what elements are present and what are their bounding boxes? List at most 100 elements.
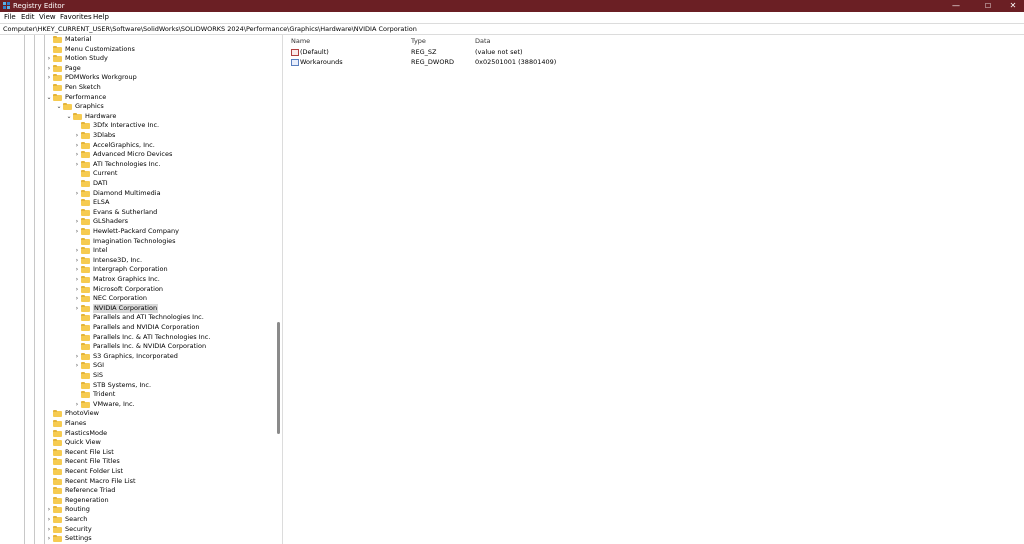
menu-file[interactable]: File — [4, 13, 16, 22]
tree-node[interactable]: › Motion Study — [0, 54, 270, 64]
folder-icon — [81, 141, 90, 149]
tree-node[interactable]: Imagination Technologies — [0, 237, 270, 247]
chevron-right-icon[interactable]: › — [74, 141, 80, 151]
tree-node[interactable]: Recent File Titles — [0, 457, 270, 467]
tree-node[interactable]: › Settings — [0, 534, 270, 544]
tree-node[interactable]: STB Systems, Inc. — [0, 381, 270, 391]
tree-node[interactable]: Pen Sketch — [0, 83, 270, 93]
tree-node[interactable]: Recent Folder List — [0, 467, 270, 477]
tree-node[interactable]: Current — [0, 169, 270, 179]
address-path[interactable]: Computer\HKEY_CURRENT_USER\Software\Soli… — [3, 25, 417, 34]
chevron-right-icon[interactable]: › — [74, 294, 80, 304]
tree-node[interactable]: ⌄ Hardware — [0, 112, 270, 122]
tree-node[interactable]: › Page — [0, 64, 270, 74]
tree-node[interactable]: PlasticsMode — [0, 429, 270, 439]
tree-node[interactable]: Planes — [0, 419, 270, 429]
tree-node[interactable]: Parallels Inc. & NVIDIA Corporation — [0, 342, 270, 352]
maximize-button[interactable]: ☐ — [980, 0, 996, 12]
tree-node[interactable]: Quick View — [0, 438, 270, 448]
tree-node[interactable]: › SGI — [0, 361, 270, 371]
tree-node[interactable]: Parallels and ATI Technologies Inc. — [0, 313, 270, 323]
tree-node-label: Security — [65, 524, 92, 533]
folder-icon — [81, 400, 90, 408]
tree-node[interactable]: Menu Customizations — [0, 45, 270, 55]
chevron-right-icon[interactable]: › — [74, 256, 80, 266]
tree-node[interactable]: › GLShaders — [0, 217, 270, 227]
tree-node[interactable]: Evans & Sutherland — [0, 208, 270, 218]
chevron-right-icon[interactable]: › — [74, 246, 80, 256]
tree-node[interactable]: ELSA — [0, 198, 270, 208]
tree-node[interactable]: ⌄ Performance — [0, 93, 270, 103]
chevron-right-icon[interactable]: › — [74, 189, 80, 199]
column-header-name[interactable]: Name — [291, 37, 310, 46]
tree-node[interactable]: Parallels Inc. & ATI Technologies Inc. — [0, 333, 270, 343]
tree-node[interactable]: › S3 Graphics, Incorporated — [0, 352, 270, 362]
chevron-right-icon[interactable]: › — [74, 131, 80, 141]
tree-node[interactable]: › VMware, Inc. — [0, 400, 270, 410]
tree-scrollbar[interactable] — [277, 322, 280, 434]
menu-favorites[interactable]: Favorites — [60, 13, 92, 22]
chevron-right-icon[interactable]: › — [46, 73, 52, 83]
tree-node[interactable]: Recent File List — [0, 448, 270, 458]
tree-node[interactable]: › Matrox Graphics Inc. — [0, 275, 270, 285]
column-header-data[interactable]: Data — [475, 37, 491, 46]
tree-node[interactable]: › Intense3D, Inc. — [0, 256, 270, 266]
tree-node[interactable]: › Search — [0, 515, 270, 525]
tree-node[interactable]: › Hewlett-Packard Company — [0, 227, 270, 237]
chevron-down-icon[interactable]: ⌄ — [46, 93, 52, 103]
tree-node[interactable]: DATI — [0, 179, 270, 189]
chevron-right-icon[interactable]: › — [74, 361, 80, 371]
chevron-down-icon[interactable]: ⌄ — [66, 112, 72, 122]
value-name[interactable]: (Default) — [300, 48, 329, 57]
tree-node[interactable]: PhotoView — [0, 409, 270, 419]
minimize-button[interactable]: — — [948, 0, 964, 12]
chevron-right-icon[interactable]: › — [46, 534, 52, 544]
chevron-right-icon[interactable]: › — [46, 64, 52, 74]
tree-node[interactable]: 3Dfx Interactive Inc. — [0, 121, 270, 131]
chevron-right-icon[interactable]: › — [74, 227, 80, 237]
menu-help[interactable]: Help — [93, 13, 109, 22]
tree-node[interactable]: › Intergraph Corporation — [0, 265, 270, 275]
chevron-right-icon[interactable]: › — [46, 525, 52, 535]
chevron-right-icon[interactable]: › — [74, 352, 80, 362]
tree-node[interactable]: Recent Macro File List — [0, 477, 270, 487]
tree-node[interactable]: › ATI Technologies Inc. — [0, 160, 270, 170]
tree-node[interactable]: › Microsoft Corporation — [0, 285, 270, 295]
tree-node[interactable]: › PDMWorks Workgroup — [0, 73, 270, 83]
tree-node[interactable]: › NVIDIA Corporation — [0, 303, 270, 314]
tree-node[interactable]: Reference Triad — [0, 486, 270, 496]
tree-node[interactable]: Material — [0, 35, 270, 45]
close-button[interactable]: ✕ — [1005, 0, 1021, 12]
column-header-type[interactable]: Type — [411, 37, 426, 46]
tree-node[interactable]: › Routing — [0, 505, 270, 515]
tree-node[interactable]: › Diamond Multimedia — [0, 189, 270, 199]
address-bar[interactable]: Computer\HKEY_CURRENT_USER\Software\Soli… — [0, 23, 1024, 35]
folder-icon — [81, 381, 90, 389]
tree-node[interactable]: ⌄ Graphics — [0, 102, 270, 112]
tree-node[interactable]: Regeneration — [0, 496, 270, 506]
tree-node[interactable]: Trident — [0, 390, 270, 400]
chevron-right-icon[interactable]: › — [74, 150, 80, 160]
chevron-right-icon[interactable]: › — [46, 505, 52, 515]
tree-node[interactable]: › Advanced Micro Devices — [0, 150, 270, 160]
tree-node[interactable]: SiS — [0, 371, 270, 381]
tree-node[interactable]: › 3Dlabs — [0, 131, 270, 141]
menu-edit[interactable]: Edit — [21, 13, 35, 22]
chevron-right-icon[interactable]: › — [46, 54, 52, 64]
chevron-down-icon[interactable]: ⌄ — [56, 102, 62, 112]
chevron-right-icon[interactable]: › — [74, 400, 80, 410]
chevron-right-icon[interactable]: › — [74, 304, 80, 314]
chevron-right-icon[interactable]: › — [74, 285, 80, 295]
menu-view[interactable]: View — [39, 13, 56, 22]
tree-node[interactable]: › Security — [0, 525, 270, 535]
chevron-right-icon[interactable]: › — [74, 275, 80, 285]
tree-node[interactable]: › Intel — [0, 246, 270, 256]
chevron-right-icon[interactable]: › — [46, 515, 52, 525]
tree-node[interactable]: Parallels and NVIDIA Corporation — [0, 323, 270, 333]
tree-node[interactable]: › AccelGraphics, Inc. — [0, 141, 270, 151]
chevron-right-icon[interactable]: › — [74, 265, 80, 275]
chevron-right-icon[interactable]: › — [74, 217, 80, 227]
tree-node[interactable]: › NEC Corporation — [0, 294, 270, 304]
chevron-right-icon[interactable]: › — [74, 160, 80, 170]
value-name[interactable]: Workarounds — [300, 58, 343, 67]
